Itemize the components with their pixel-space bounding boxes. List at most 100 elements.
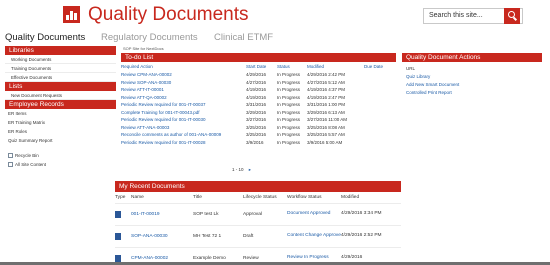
- column-header[interactable]: Due Date: [364, 62, 396, 71]
- todo-action-link[interactable]: Review CPM-ANA-00002: [121, 71, 246, 79]
- lifecycle-status: Draft: [243, 224, 287, 247]
- sidebar-item-working-documents[interactable]: Working Documents: [5, 55, 116, 64]
- start-date: 4/19/2016: [246, 94, 267, 100]
- next-page-icon[interactable]: ▸: [249, 167, 251, 172]
- sidebar-heading-employee-records[interactable]: Employee Records: [5, 100, 116, 109]
- type-cell: [115, 224, 131, 247]
- table-row: Review SOP-ANA-00030 4/27/2016 In Progress…: [121, 79, 396, 87]
- sidebar-item-er-training-matrix[interactable]: ER Training Matrix: [5, 118, 116, 127]
- sidebar-heading-libraries[interactable]: Libraries: [5, 46, 116, 55]
- tab-regulatory-documents[interactable]: Regulatory Documents: [101, 32, 198, 43]
- todo-action-link[interactable]: Review ATT-QA-00002: [121, 94, 246, 102]
- start-date: 4/19/2016: [246, 87, 267, 93]
- sidebar-item-training-documents[interactable]: Training Documents: [5, 64, 116, 73]
- todo-action-link[interactable]: Periodic Review required for 001-IT-0003…: [121, 116, 246, 124]
- todo-action-link[interactable]: Periodic Review required for 001-IT-0002…: [121, 139, 246, 147]
- status: In Progress: [277, 72, 301, 78]
- document-name-link[interactable]: SOP-ANA-00030: [131, 224, 193, 247]
- pager: 1 - 10 ▸: [232, 167, 251, 173]
- status: In Progress: [277, 124, 301, 130]
- word-document-icon: [115, 254, 121, 262]
- table-row: Reconcile comments as author of 001-ANA-…: [121, 131, 396, 139]
- due-date: [364, 94, 396, 102]
- modified-date: 4/29/2016 2:52 PM: [341, 224, 401, 247]
- sidebar-item-er-items[interactable]: ER Items: [5, 109, 116, 118]
- start-date: 3/25/2016: [246, 124, 267, 130]
- status: In Progress: [277, 139, 301, 145]
- modified: 3/29/2016 6:13 AM: [307, 109, 345, 115]
- sidebar-heading-lists[interactable]: Lists: [5, 82, 116, 91]
- table-row: Review ATT-QA-00002 4/19/2016 In Progress 4…: [121, 94, 396, 102]
- modified: 4/19/2016 2:47 PM: [307, 94, 346, 100]
- column-header[interactable]: Title: [193, 192, 243, 203]
- column-header[interactable]: Name: [131, 192, 193, 203]
- column-header[interactable]: Start Date: [246, 62, 277, 71]
- tab-clinical-etmf[interactable]: Clinical ETMF: [214, 32, 273, 43]
- start-date: 4/29/2016: [246, 72, 267, 78]
- due-date: [364, 116, 396, 124]
- sidebar-item-label: Recycle Bin: [15, 153, 39, 158]
- workflow-status-link[interactable]: Document Approved: [287, 202, 341, 225]
- todo-action-link[interactable]: Complete Training for 001-IT-00043.pdf: [121, 109, 246, 117]
- add-new-smart-document-link[interactable]: Add New Smart Document: [402, 81, 542, 89]
- due-date: [364, 79, 396, 87]
- tab-quality-documents[interactable]: Quality Documents: [5, 32, 85, 43]
- start-date: 3/9/2016: [246, 139, 264, 145]
- sidebar-item-er-roles[interactable]: ER Roles: [5, 127, 116, 136]
- site-header: Quality Documents Search this site...: [0, 0, 550, 30]
- start-date: 4/27/2016: [246, 79, 267, 85]
- column-header[interactable]: Type: [115, 192, 131, 203]
- workflow-status-link[interactable]: Content Change Approved: [287, 224, 341, 247]
- modified: 4/29/2016 2:42 PM: [307, 72, 346, 78]
- todo-action-link[interactable]: Review SOP-ANA-00030: [121, 79, 246, 87]
- document-name-link[interactable]: 001-IT-00019: [131, 202, 193, 225]
- quiz-library-link[interactable]: Quiz Library: [402, 73, 542, 81]
- modified: 4/27/2016 5:12 AM: [307, 79, 345, 85]
- column-header[interactable]: Lifecycle Status: [243, 192, 287, 203]
- modified: 3/31/2016 1:00 PM: [307, 102, 346, 108]
- modified: 4/19/2016 4:37 PM: [307, 87, 346, 93]
- sidebar-item-all-site-content[interactable]: All Site Content: [5, 159, 116, 168]
- todo-action-link[interactable]: Review ATT-IT-00001: [121, 86, 246, 94]
- table-row: Review ATT-ANA-00003 3/25/2016 In Progress…: [121, 124, 396, 132]
- sidebar-item-label: All Site Content: [15, 162, 47, 167]
- due-date: [364, 109, 396, 117]
- column-header[interactable]: Workflow Status: [287, 192, 341, 203]
- status: In Progress: [277, 132, 301, 138]
- todo-action-link[interactable]: Reconcile comments as author of 001-ANA-…: [121, 131, 246, 139]
- recent-header-row: Type Name Title Lifecycle Status Workflo…: [115, 192, 401, 203]
- status: In Progress: [277, 94, 301, 100]
- sidebar-item-quiz-summary-report[interactable]: Quiz Summary Report: [5, 136, 116, 145]
- table-row: Periodic Review required for 001-IT-0003…: [121, 116, 396, 124]
- left-sidebar: Libraries Working Documents Training Doc…: [5, 46, 116, 168]
- pager-range: 1 - 10: [232, 167, 244, 172]
- modified: 3/9/2016 5:00 AM: [307, 139, 343, 145]
- column-header[interactable]: Modified: [307, 62, 364, 71]
- status: In Progress: [277, 117, 301, 123]
- sidebar-item-recycle-bin[interactable]: Recycle Bin: [5, 150, 116, 159]
- quality-document-actions: Quality Document Actions URL Quiz Librar…: [402, 53, 542, 97]
- site-title[interactable]: Quality Documents: [88, 4, 249, 26]
- modified-date: 4/29/2016 3:34 PM: [341, 202, 401, 225]
- sidebar-item-new-document-requests[interactable]: New Document Requests: [5, 91, 116, 100]
- todo-action-link[interactable]: Periodic Review required for 001-IT-0003…: [121, 101, 246, 109]
- column-header[interactable]: Modified: [341, 192, 401, 203]
- table-row: Periodic Review required for 001-IT-0003…: [121, 101, 396, 109]
- modified: 3/25/2016 8:08 AM: [307, 124, 345, 130]
- site-logo-icon[interactable]: [63, 6, 80, 23]
- start-date: 3/25/2016: [246, 132, 267, 138]
- controlled-print-report-link[interactable]: Controlled Print Report: [402, 89, 542, 97]
- recent-documents-panel: My Recent Documents Type Name Title Life…: [115, 181, 401, 265]
- due-date: [364, 131, 396, 139]
- todo-action-link[interactable]: Review ATT-ANA-00003: [121, 124, 246, 132]
- status: In Progress: [277, 79, 301, 85]
- column-header[interactable]: Required Action: [121, 62, 246, 71]
- document-title: SOP test Lk: [193, 202, 243, 225]
- sidebar-item-effective-documents[interactable]: Effective Documents: [5, 73, 116, 82]
- due-date: [364, 139, 396, 147]
- start-date: 3/27/2016: [246, 117, 267, 123]
- search-icon[interactable]: [504, 8, 520, 24]
- recent-documents-table: Type Name Title Lifecycle Status Workflo…: [115, 192, 401, 265]
- table-row: Periodic Review required for 001-IT-0002…: [121, 139, 396, 147]
- column-header[interactable]: Status: [277, 62, 307, 71]
